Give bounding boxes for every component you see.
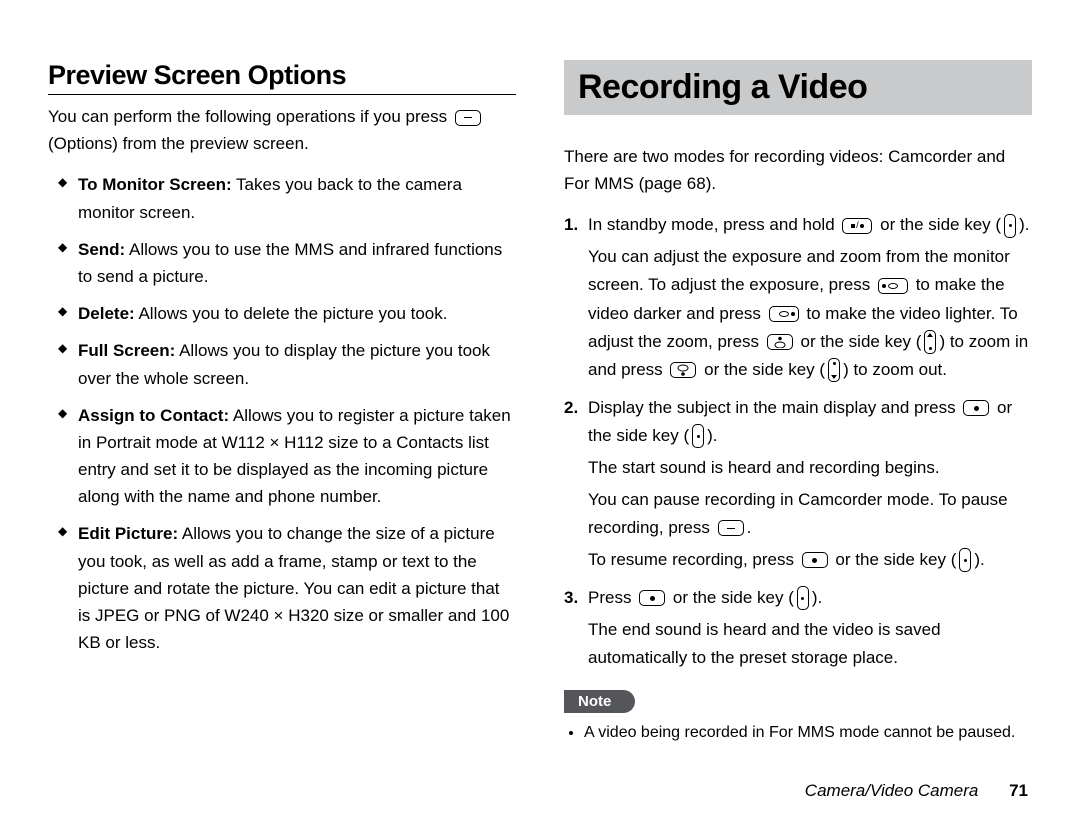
text: or the side key ( <box>699 360 825 379</box>
text: The end sound is heard and the video is … <box>588 620 941 667</box>
text: or the side key ( <box>668 588 794 607</box>
side-key-icon <box>692 424 704 448</box>
recording-video-heading: Recording a Video <box>564 60 1032 115</box>
note-label: Note <box>564 690 635 713</box>
side-key-icon <box>959 548 971 572</box>
item-text: Allows you to change the size of a pictu… <box>78 524 509 652</box>
center-key-icon <box>639 590 665 606</box>
item-label: Assign to Contact: <box>78 406 229 425</box>
item-label: Delete: <box>78 304 135 323</box>
list-item: To Monitor Screen: Takes you back to the… <box>78 171 516 225</box>
softkey-icon <box>455 110 481 126</box>
list-item: Delete: Allows you to delete the picture… <box>78 300 516 327</box>
text: The start sound is heard and recording b… <box>588 458 940 477</box>
item-label: Full Screen: <box>78 341 175 360</box>
nav-left-key-icon <box>878 278 908 294</box>
text: ) to zoom out. <box>843 360 947 379</box>
item-label: Edit Picture: <box>78 524 178 543</box>
recording-intro: There are two modes for recording videos… <box>564 143 1032 197</box>
list-item: Send: Allows you to use the MMS and infr… <box>78 236 516 290</box>
text: or the side key ( <box>796 332 922 351</box>
left-column: Preview Screen Options You can perform t… <box>48 60 524 746</box>
page-content: Preview Screen Options You can perform t… <box>0 0 1080 746</box>
right-column: Recording a Video There are two modes fo… <box>556 60 1032 746</box>
text: You can perform the following operations… <box>48 107 452 126</box>
list-item: Edit Picture: Allows you to change the s… <box>78 520 516 656</box>
side-up-key-icon <box>924 330 936 354</box>
item-text: Allows you to delete the picture you too… <box>135 304 448 323</box>
text: In standby mode, press and hold <box>588 215 839 234</box>
page-footer: Camera/Video Camera 71 <box>805 781 1028 801</box>
note-list: A video being recorded in For MMS mode c… <box>564 721 1032 746</box>
camera-key-icon: / <box>842 218 872 234</box>
nav-down-key-icon <box>670 362 696 378</box>
step-3: Press or the side key (). The end sound … <box>588 584 1032 672</box>
preview-options-heading: Preview Screen Options <box>48 60 516 95</box>
text: or the side key ( <box>831 550 957 569</box>
text: To resume recording, press <box>588 550 799 569</box>
list-item: Assign to Contact: Allows you to registe… <box>78 402 516 511</box>
text: ). <box>974 550 984 569</box>
text: ). <box>812 588 822 607</box>
note-item: A video being recorded in For MMS mode c… <box>584 721 1032 746</box>
text: ). <box>1019 215 1029 234</box>
side-key-icon <box>1004 214 1016 238</box>
preview-options-list: To Monitor Screen: Takes you back to the… <box>48 171 516 656</box>
center-key-icon <box>963 400 989 416</box>
text: Display the subject in the main display … <box>588 398 960 417</box>
list-item: Full Screen: Allows you to display the p… <box>78 337 516 391</box>
text: (Options) from the preview screen. <box>48 134 309 153</box>
footer-section: Camera/Video Camera <box>805 781 979 800</box>
center-key-icon <box>802 552 828 568</box>
preview-options-intro: You can perform the following operations… <box>48 103 516 157</box>
item-label: To Monitor Screen: <box>78 175 232 194</box>
side-down-key-icon <box>828 358 840 382</box>
item-label: Send: <box>78 240 125 259</box>
step-1: In standby mode, press and hold / or the… <box>588 211 1032 383</box>
footer-page-number: 71 <box>1009 781 1028 800</box>
side-key-icon <box>797 586 809 610</box>
text: . <box>747 518 752 537</box>
recording-steps: In standby mode, press and hold / or the… <box>564 211 1032 672</box>
text: Press <box>588 588 636 607</box>
item-text: Allows you to use the MMS and infrared f… <box>78 240 502 286</box>
text: You can pause recording in Camcorder mod… <box>588 490 1008 537</box>
text: or the side key ( <box>875 215 1001 234</box>
nav-up-key-icon <box>767 334 793 350</box>
step-2: Display the subject in the main display … <box>588 394 1032 574</box>
text: ). <box>707 426 717 445</box>
nav-right-key-icon <box>769 306 799 322</box>
softkey-icon <box>718 520 744 536</box>
